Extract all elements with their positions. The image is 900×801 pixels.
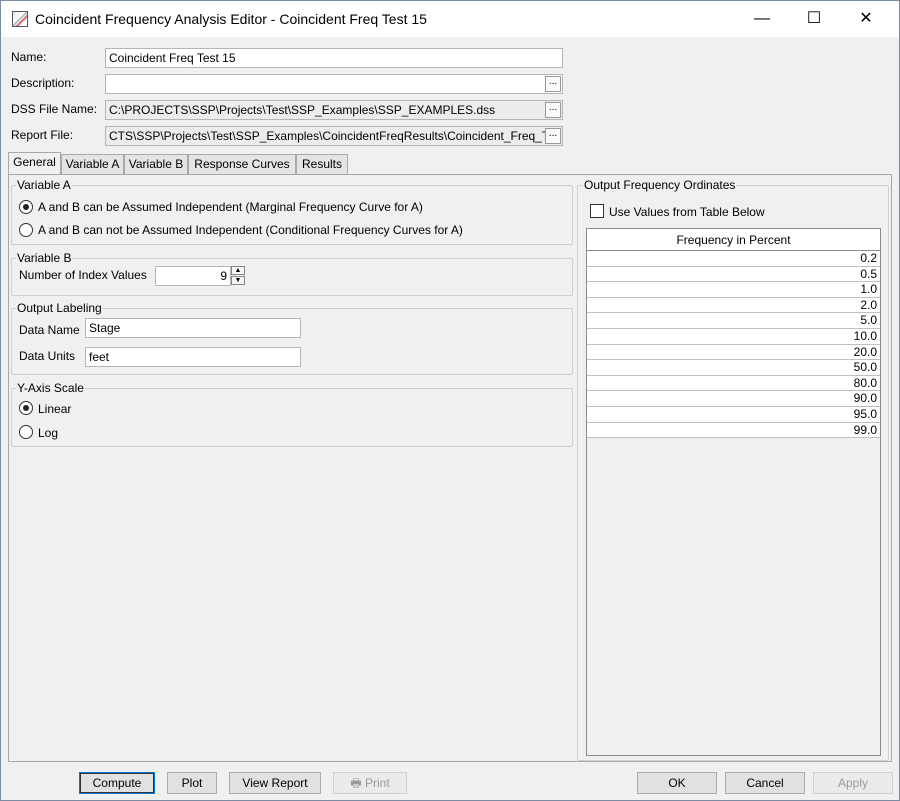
dss-browse-button[interactable]: ... [545,102,561,118]
window-title: Coincident Frequency Analysis Editor - C… [35,11,427,27]
table-row[interactable]: 99.0 [587,422,880,439]
tab-variable-b[interactable]: Variable B [124,154,188,174]
name-label: Name: [11,50,47,64]
index-values-label: Number of Index Values [19,268,147,282]
log-radio[interactable] [19,425,33,439]
plot-button[interactable]: Plot [167,772,217,794]
use-table-label: Use Values from Table Below [609,205,765,219]
use-table-checkbox[interactable] [590,204,604,218]
print-label: Print [364,776,390,790]
maximize-button[interactable]: ☐ [791,1,837,37]
variable-b-title: Variable B [16,251,73,265]
description-input[interactable] [105,74,563,94]
independent-radio[interactable] [19,200,33,214]
printer-icon: 🖶 [350,776,362,790]
dependent-radio[interactable] [19,223,33,237]
description-label: Description: [11,76,75,90]
spin-up-icon[interactable]: ▲ [231,266,245,275]
table-row[interactable]: 5.0 [587,313,880,329]
table-row[interactable]: 0.2 [587,251,880,267]
data-name-label: Data Name [19,323,80,337]
cancel-button[interactable]: Cancel [725,772,805,794]
compute-button[interactable]: Compute [79,772,155,794]
ok-button[interactable]: OK [637,772,717,794]
description-browse-button[interactable]: ... [545,76,561,92]
table-row[interactable]: 10.0 [587,329,880,345]
report-file-label: Report File: [11,128,74,142]
view-report-button[interactable]: View Report [229,772,321,794]
independent-label: A and B can be Assumed Independent (Marg… [38,200,423,214]
dss-file-input[interactable]: C:\PROJECTS\SSP\Projects\Test\SSP_Exampl… [105,100,563,120]
table-row[interactable]: 1.0 [587,282,880,298]
table-row[interactable]: 50.0 [587,360,880,376]
output-labeling-title: Output Labeling [16,301,103,315]
name-input[interactable]: Coincident Freq Test 15 [105,48,563,68]
log-label: Log [38,426,59,440]
data-units-label: Data Units [19,349,76,363]
close-button[interactable]: ✕ [843,1,889,37]
linear-label: Linear [38,402,72,416]
index-values-input[interactable]: 9 [155,266,231,286]
table-row[interactable]: 2.0 [587,297,880,314]
tab-response-curves[interactable]: Response Curves [188,154,296,174]
table-row[interactable]: 80.0 [587,375,880,392]
title-bar: Coincident Frequency Analysis Editor - C… [1,1,899,37]
tab-variable-a[interactable]: Variable A [61,154,124,174]
table-row[interactable]: 90.0 [587,391,880,407]
frequency-table: Frequency in Percent 0.2 0.5 1.0 2.0 5.0 10.0… [586,228,881,756]
report-browse-button[interactable]: ... [545,128,561,144]
app-chart-icon [12,11,28,27]
linear-radio[interactable] [19,401,33,415]
tab-results[interactable]: Results [296,154,348,174]
print-button[interactable]: 🖶 Print [333,772,407,794]
table-row[interactable]: 0.5 [587,266,880,283]
data-name-input[interactable]: Stage [85,318,301,338]
data-units-input[interactable]: feet [85,347,301,367]
output-ordinates-title: Output Frequency Ordinates [583,178,737,192]
y-axis-scale-group [11,388,573,447]
dependent-label: A and B can not be Assumed Independent (… [38,223,463,237]
editor-window: Coincident Frequency Analysis Editor - C… [0,0,900,801]
frequency-column-header[interactable]: Frequency in Percent [587,229,880,251]
spin-down-icon[interactable]: ▼ [231,276,245,285]
apply-button[interactable]: Apply [813,772,893,794]
y-axis-scale-title: Y-Axis Scale [16,381,85,395]
minimize-button[interactable]: — [739,1,785,37]
report-file-input[interactable]: CTS\SSP\Projects\Test\SSP_Examples\Coinc… [105,126,563,146]
tab-general[interactable]: General [8,152,61,174]
table-row[interactable]: 95.0 [587,407,880,423]
variable-a-title: Variable A [16,178,72,192]
table-row[interactable]: 20.0 [587,344,880,361]
dss-file-label: DSS File Name: [11,102,98,116]
